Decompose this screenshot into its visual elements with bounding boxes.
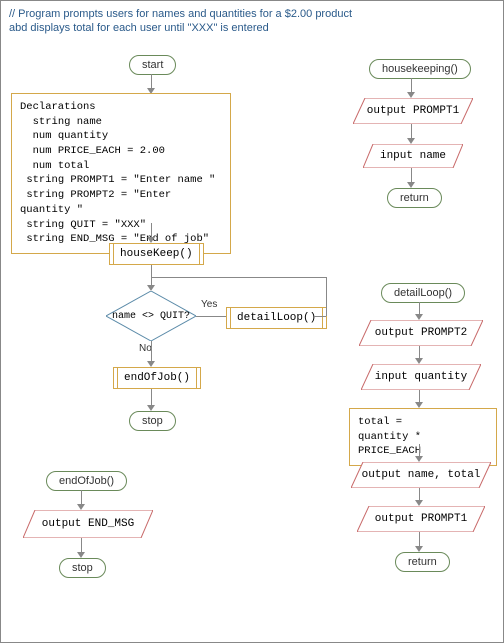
dl-out-prompt1: output PROMPT1 bbox=[357, 506, 485, 532]
dl-out-nametotal: output name, total bbox=[351, 462, 491, 488]
hk-input-name: input name bbox=[363, 144, 463, 168]
no-label: No bbox=[139, 343, 152, 354]
io-text: output PROMPT2 bbox=[359, 320, 483, 346]
stop-terminal: stop bbox=[129, 411, 176, 431]
arrow bbox=[314, 316, 326, 317]
comment-line1: // Program prompts users for names and q… bbox=[9, 7, 352, 21]
decl-l3: num PRICE_EACH = 2.00 bbox=[33, 145, 165, 157]
dl-return: return bbox=[395, 552, 450, 572]
hk-output-prompt1: output PROMPT1 bbox=[353, 98, 473, 124]
dl-out-prompt2: output PROMPT2 bbox=[359, 320, 483, 346]
decision-quit: name <> QUIT? bbox=[106, 291, 196, 341]
io-text: input name bbox=[363, 144, 463, 168]
arrow bbox=[151, 277, 326, 278]
arrow bbox=[151, 341, 152, 363]
arrow bbox=[326, 277, 327, 316]
detailloop-terminal: detailLoop() bbox=[381, 283, 465, 303]
arrow bbox=[151, 265, 152, 287]
arrow bbox=[196, 316, 226, 317]
decl-l2: num quantity bbox=[33, 130, 109, 142]
io-text: input quantity bbox=[361, 364, 481, 390]
decl-l4: num total bbox=[33, 160, 90, 172]
dl-input-qty: input quantity bbox=[361, 364, 481, 390]
comment-line2: abd displays total for each user until "… bbox=[9, 21, 269, 35]
detailloop-call: detailLoop() bbox=[226, 307, 327, 329]
io-text: output END_MSG bbox=[23, 510, 153, 538]
start-terminal: start bbox=[129, 55, 176, 75]
eoj-out-endmsg: output END_MSG bbox=[23, 510, 153, 538]
decl-l5: string PROMPT1 = "Enter name " bbox=[26, 174, 215, 186]
housekeeping-terminal: housekeeping() bbox=[369, 59, 471, 79]
eoj-stop: stop bbox=[59, 558, 106, 578]
declarations-block: Declarations string name num quantity nu… bbox=[11, 93, 231, 254]
decl-l6: string PROMPT2 = "Enter quantity " bbox=[20, 189, 171, 216]
io-text: output PROMPT1 bbox=[357, 506, 485, 532]
io-text: output PROMPT1 bbox=[353, 98, 473, 124]
decl-l1: string name bbox=[33, 116, 102, 128]
hk-return: return bbox=[387, 188, 442, 208]
io-text: output name, total bbox=[351, 462, 491, 488]
decision-text: name <> QUIT? bbox=[106, 291, 196, 341]
decl-title: Declarations bbox=[20, 101, 96, 113]
dl-calc: total = quantity * PRICE_EACH bbox=[349, 408, 497, 466]
yes-label: Yes bbox=[201, 299, 217, 310]
endofjob-call: endOfJob() bbox=[113, 367, 201, 389]
housekeep-call: houseKeep() bbox=[109, 243, 204, 265]
endofjob-terminal: endOfJob() bbox=[46, 471, 127, 491]
decl-l7: string QUIT = "XXX" bbox=[26, 219, 146, 231]
